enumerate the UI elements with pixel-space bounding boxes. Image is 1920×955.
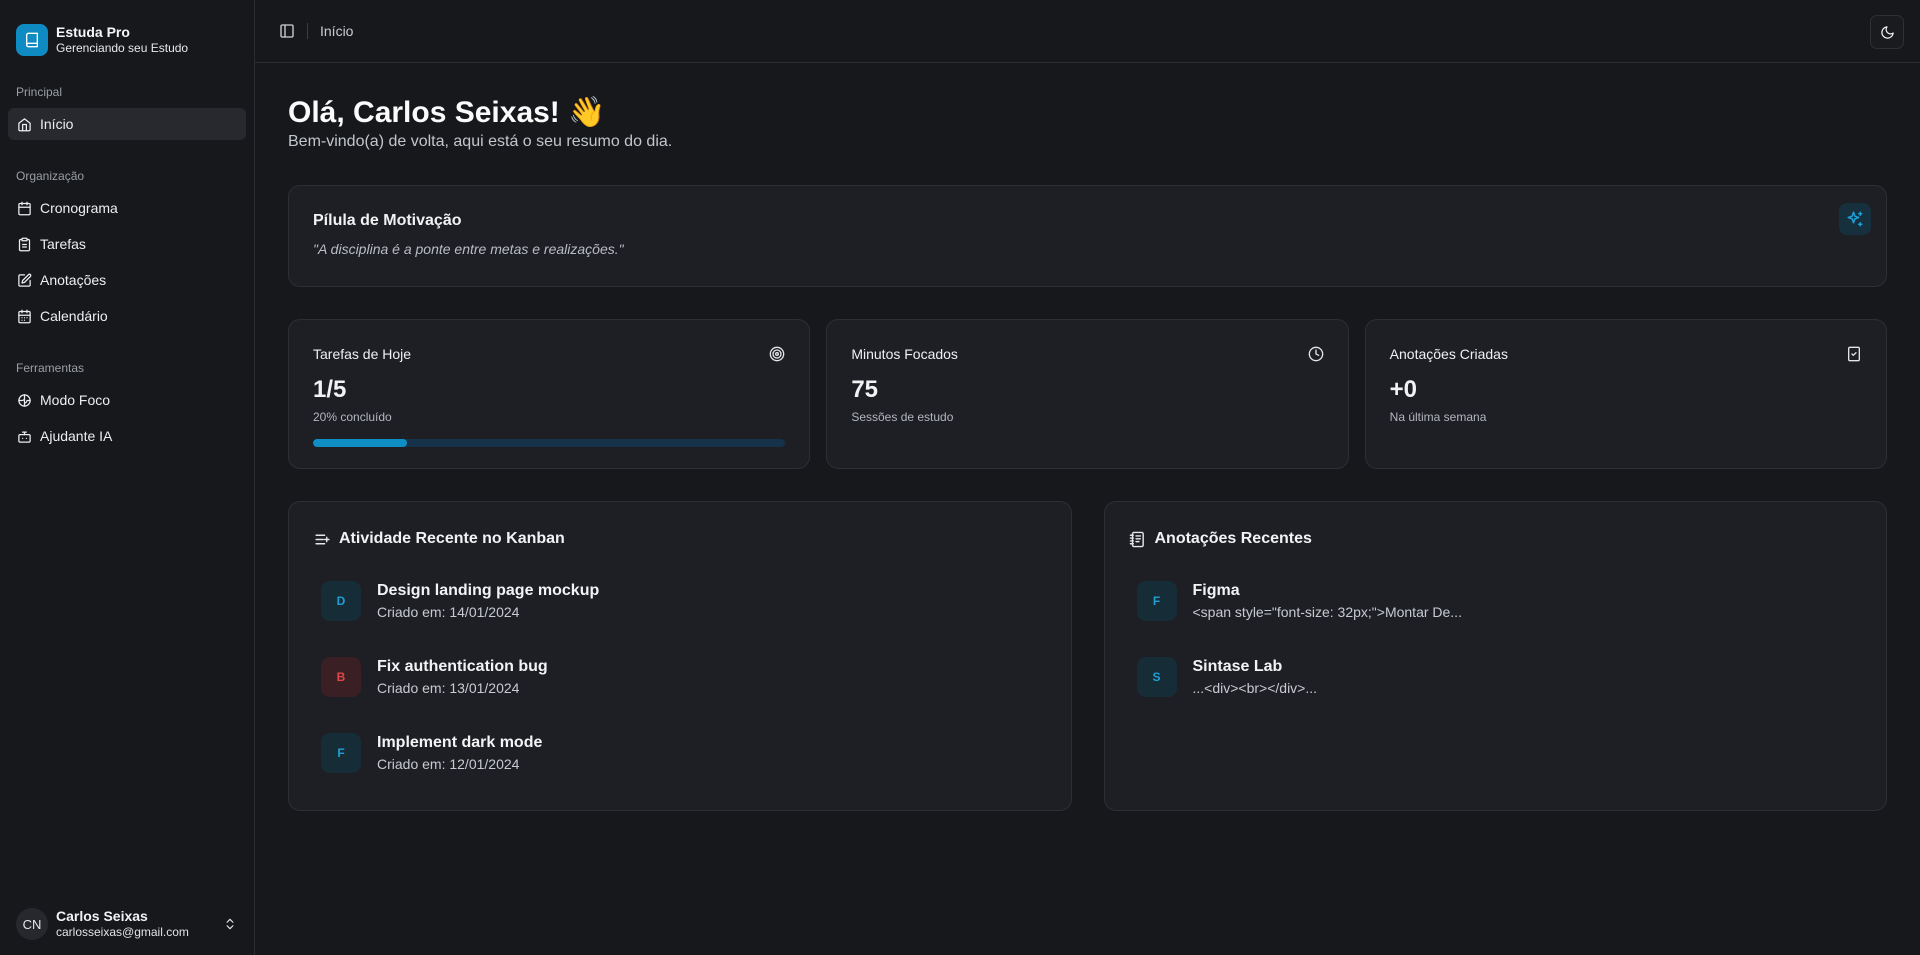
page-title: Olá, Carlos Seixas! 👋 [288,96,606,129]
user-menu[interactable]: CN Carlos Seixas carlosseixas@gmail.com [0,893,254,955]
sidebar-item-label: Modo Foco [40,392,111,408]
card-title: Atividade Recente no Kanban [339,530,565,547]
brain-icon [16,392,32,408]
nav-group-principal: Principal Início [0,76,254,144]
main-content: Início Olá, Carlos Seixas! 👋 Bem-vindo(a… [255,0,1920,955]
bot-icon [16,428,32,444]
card-title: Anotações Recentes [1154,530,1312,547]
user-name: Carlos Seixas [56,907,148,924]
sidebar-item-label: Anotações [40,272,107,288]
notebook-icon [1129,530,1147,548]
item-title: Design landing page mockup [377,581,600,599]
user-email: carlosseixas@gmail.com [56,925,189,940]
list-item[interactable]: B Fix authentication bug Criado em: 13/0… [313,656,1047,698]
stat-note: 20% concluído [313,410,392,424]
calendar-icon [16,200,32,216]
motivation-card: Pílula de Motivação "A disciplina é a po… [288,185,1887,287]
stat-note: Na última semana [1389,410,1487,424]
item-date: Criado em: 12/01/2024 [377,756,520,773]
chevrons-up-down-icon [222,916,238,932]
theme-toggle-button[interactable] [1870,15,1904,49]
item-title: Implement dark mode [377,733,543,751]
notebook-pen-icon [1846,346,1862,362]
nav-group-ferramentas: Ferramentas Modo Foco Ajudante IA [0,352,254,456]
brand-subtitle: Gerenciando seu Estudo [56,40,189,55]
recent-notes-card: Anotações Recentes F Figma <span style="… [1103,501,1887,811]
item-badge: D [321,581,361,621]
stat-card-notes: Anotações Criadas +0 Na última semana [1364,319,1887,469]
list-item[interactable]: F Figma <span style="font-size: 32px;">M… [1129,580,1863,622]
sidebar-item-label: Início [40,116,74,132]
item-badge: S [1136,657,1177,697]
sidebar-item-label: Cronograma [40,200,118,216]
avatar: CN [16,908,48,940]
clock-icon [1308,346,1324,362]
sparkles-icon[interactable] [1839,203,1871,235]
kanban-activity-card: Atividade Recente no Kanban D Design lan… [288,501,1072,811]
item-badge: F [321,733,361,773]
sidebar-item-tarefas[interactable]: Tarefas [8,228,246,260]
sidebar-item-label: Calendário [40,308,108,324]
divider [307,23,308,39]
sidebar-item-cronograma[interactable]: Cronograma [8,192,246,224]
sidebar-item-calendario[interactable]: Calendário [8,300,246,332]
item-preview: <span style="font-size: 32px;">Montar De… [1192,604,1462,621]
dashboard: Olá, Carlos Seixas! 👋 Bem-vindo(a) de vo… [255,63,1920,811]
breadcrumb[interactable]: Início [320,23,353,39]
brand[interactable]: Estuda Pro Gerenciando seu Estudo [0,0,254,64]
nav-group-label: Ferramentas [16,361,85,375]
stat-value: 1/5 [313,376,347,403]
list-item[interactable]: D Design landing page mockup Criado em: … [313,580,1047,622]
item-date: Criado em: 13/01/2024 [377,680,520,697]
sidebar-item-label: Tarefas [40,236,86,252]
stat-value: 75 [851,376,879,403]
calendar-days-icon [16,308,32,324]
stats-row: Tarefas de Hoje 1/5 20% concluído Minuto… [288,319,1887,469]
sidebar-item-ajudante-ia[interactable]: Ajudante IA [8,420,246,452]
sidebar-item-inicio[interactable]: Início [8,108,246,140]
stat-card-minutes: Minutos Focados 75 Sessões de estudo [826,319,1349,469]
progress-fill [313,439,408,447]
moon-icon [1880,25,1894,39]
motivation-quote: "A disciplina é a ponte entre metas e re… [313,241,624,257]
item-title: Sintase Lab [1192,657,1283,675]
sidebar-item-anotacoes[interactable]: Anotações [8,264,246,296]
brand-name: Estuda Pro [56,23,130,40]
item-badge: B [321,657,361,697]
stat-card-tasks: Tarefas de Hoje 1/5 20% concluído [288,319,811,469]
home-icon [16,116,32,132]
edit-note-icon [16,272,32,288]
sidebar-item-modo-foco[interactable]: Modo Foco [8,384,246,416]
nav-group-label: Principal [16,85,63,99]
nav-group-organizacao: Organização Cronograma Tarefas Anotações [0,160,254,336]
motivation-title: Pílula de Motivação [313,212,462,229]
lists-row: Atividade Recente no Kanban D Design lan… [288,501,1887,811]
list-plus-icon [313,530,331,548]
nav-group-label: Organização [16,169,85,183]
target-icon [769,346,785,362]
sidebar-toggle-icon[interactable] [273,17,301,45]
sidebar: Estuda Pro Gerenciando seu Estudo Princi… [0,0,255,955]
item-badge: F [1136,581,1177,621]
stat-label: Tarefas de Hoje [313,346,412,362]
sidebar-item-label: Ajudante IA [40,428,113,444]
item-date: Criado em: 14/01/2024 [377,604,520,621]
progress-bar [313,439,786,447]
list-item[interactable]: S Sintase Lab ...<div><br></div>... [1129,656,1863,698]
stat-value: +0 [1389,376,1418,403]
item-title: Fix authentication bug [377,657,548,675]
stat-note: Sessões de estudo [851,410,954,424]
list-item[interactable]: F Implement dark mode Criado em: 12/01/2… [313,732,1047,774]
page-subtitle: Bem-vindo(a) de volta, aqui está o seu r… [288,133,673,150]
topbar: Início [255,0,1920,63]
item-preview: ...<div><br></div>... [1192,680,1318,697]
item-title: Figma [1192,581,1240,599]
stat-label: Anotações Criadas [1389,346,1508,362]
stat-label: Minutos Focados [851,346,958,362]
clipboard-icon [16,236,32,252]
book-icon [16,23,48,56]
